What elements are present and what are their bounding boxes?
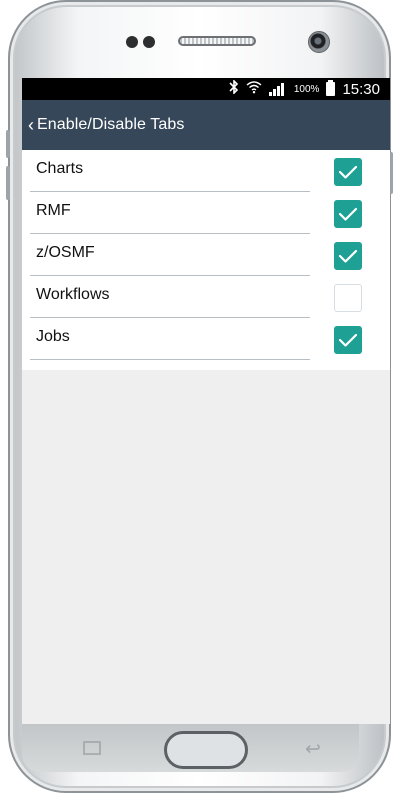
tab-row-rmf[interactable]: RMF — [22, 192, 390, 234]
checkbox[interactable] — [334, 284, 362, 312]
app-bar: ‹ Enable/Disable Tabs — [22, 100, 390, 150]
divider — [30, 359, 310, 360]
page-title: Enable/Disable Tabs — [37, 116, 185, 133]
tabs-list: Charts RMF z/OSMF Workflows Jobs — [22, 150, 390, 370]
tab-label: Charts — [36, 160, 84, 177]
tab-label: Workflows — [36, 286, 110, 303]
volume-key — [6, 166, 10, 200]
volume-key — [6, 130, 10, 158]
tab-label: Jobs — [36, 328, 70, 345]
tab-label: RMF — [36, 202, 71, 219]
tab-row-jobs[interactable]: Jobs — [22, 318, 390, 360]
check-icon — [338, 333, 358, 347]
bottom-bezel: ↩ — [22, 724, 359, 772]
signal-icon — [268, 82, 287, 96]
checkbox[interactable] — [334, 326, 362, 354]
check-icon — [338, 207, 358, 221]
status-time: 15:30 — [342, 80, 380, 98]
screen: 100% 15:30 ‹ Enable/Disable Tabs Charts … — [22, 78, 390, 724]
battery-percent: 100% — [293, 83, 320, 95]
checkbox[interactable] — [334, 158, 362, 186]
tab-row-zosmf[interactable]: z/OSMF — [22, 234, 390, 276]
back-icon[interactable]: ↩ — [305, 738, 321, 761]
check-icon — [338, 249, 358, 263]
status-bar: 100% 15:30 — [22, 78, 390, 100]
wifi-icon — [246, 80, 262, 98]
back-chevron-icon[interactable]: ‹ — [26, 115, 36, 136]
front-camera — [308, 31, 330, 53]
top-bezel — [32, 18, 371, 80]
earpiece — [178, 36, 256, 46]
battery-icon — [326, 80, 336, 96]
check-icon — [338, 165, 358, 179]
tab-row-workflows[interactable]: Workflows — [22, 276, 390, 318]
checkbox[interactable] — [334, 200, 362, 228]
checkbox[interactable] — [334, 242, 362, 270]
recent-apps-icon[interactable] — [83, 741, 101, 755]
proximity-sensors — [126, 36, 160, 48]
tab-label: z/OSMF — [36, 244, 95, 261]
home-button[interactable] — [164, 731, 248, 769]
bluetooth-icon — [229, 79, 239, 98]
tab-row-charts[interactable]: Charts — [22, 150, 390, 192]
